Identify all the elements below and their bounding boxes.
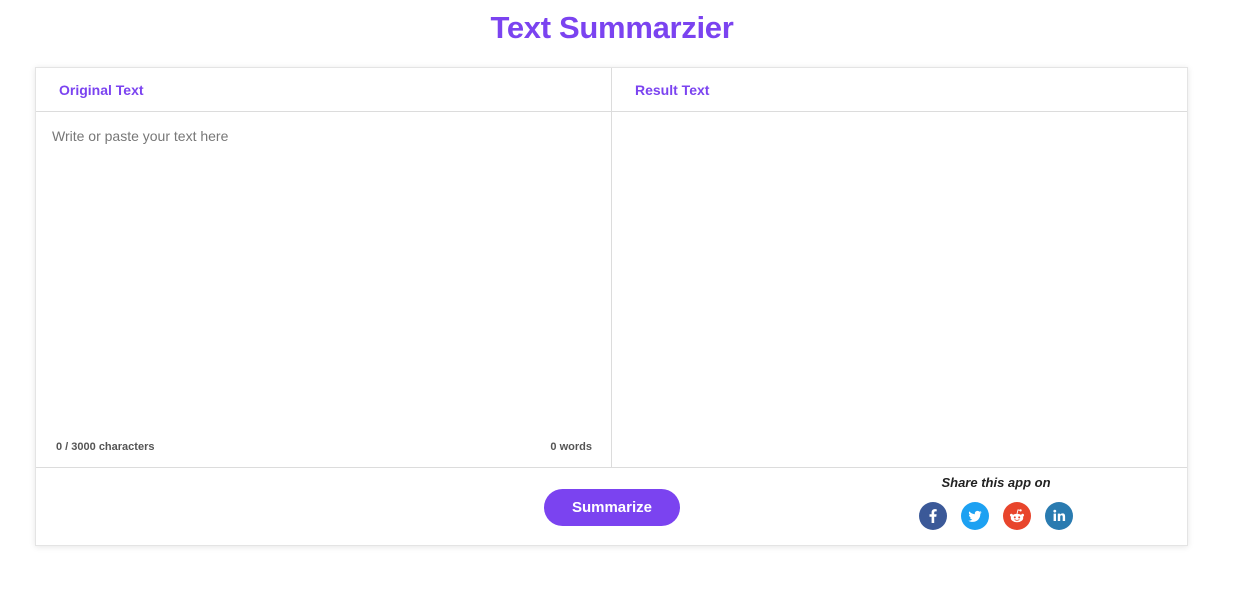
linkedin-icon[interactable] [1045, 502, 1073, 530]
original-text-header: Original Text [36, 68, 611, 112]
result-text-panel: Result Text [612, 68, 1187, 467]
summarizer-card: Original Text 0 / 3000 characters 0 word… [35, 67, 1188, 546]
original-text-input[interactable] [52, 128, 596, 428]
character-count: 0 / 3000 characters [56, 441, 155, 453]
facebook-icon[interactable] [919, 502, 947, 530]
card-footer: Summarize Share this app on [36, 467, 1187, 545]
share-label: Share this app on [941, 475, 1051, 490]
summarize-button[interactable]: Summarize [544, 489, 680, 526]
word-count: 0 words [550, 441, 592, 453]
result-text-header: Result Text [612, 68, 1187, 112]
original-text-panel: Original Text 0 / 3000 characters 0 word… [36, 68, 612, 467]
page-title: Text Summarzier [490, 10, 734, 45]
share-icons [919, 502, 1073, 530]
twitter-icon[interactable] [961, 502, 989, 530]
reddit-icon[interactable] [1003, 502, 1031, 530]
